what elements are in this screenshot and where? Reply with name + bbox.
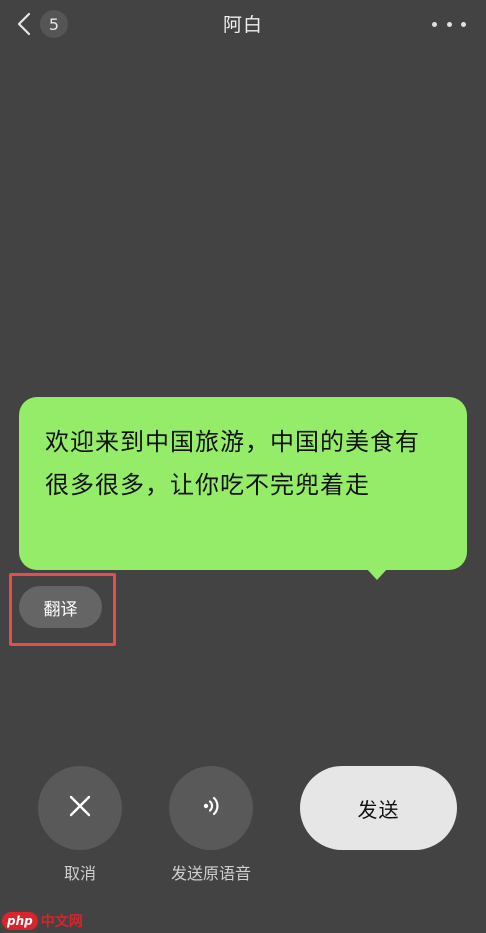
send-voice-label: 发送原语音	[170, 864, 251, 883]
more-dots-icon	[446, 21, 452, 27]
bubble-tail	[366, 568, 388, 580]
voice-wave-icon	[198, 793, 224, 823]
send-button[interactable]: 发送	[300, 766, 457, 850]
transcript-text: 欢迎来到中国旅游，中国的美食有很多很多，让你吃不完兜着走	[45, 428, 420, 499]
watermark-text: 中文网	[40, 914, 83, 930]
page-title: 阿白	[222, 14, 263, 36]
more-button[interactable]	[432, 14, 466, 34]
voice-transcript-bubble: 欢迎来到中国旅游，中国的美食有很多很多，让你吃不完兜着走	[19, 397, 467, 570]
more-dots-icon	[461, 21, 466, 27]
cancel-button[interactable]	[38, 766, 122, 850]
send-voice-button[interactable]	[169, 766, 253, 850]
watermark-logo: php	[2, 912, 38, 930]
close-icon	[68, 794, 92, 822]
more-dots-icon	[432, 21, 437, 27]
watermark: php 中文网	[2, 911, 83, 931]
translate-button[interactable]: 翻译	[19, 586, 102, 628]
nav-bar: 5 阿白	[0, 0, 486, 48]
cancel-label: 取消	[63, 864, 96, 883]
